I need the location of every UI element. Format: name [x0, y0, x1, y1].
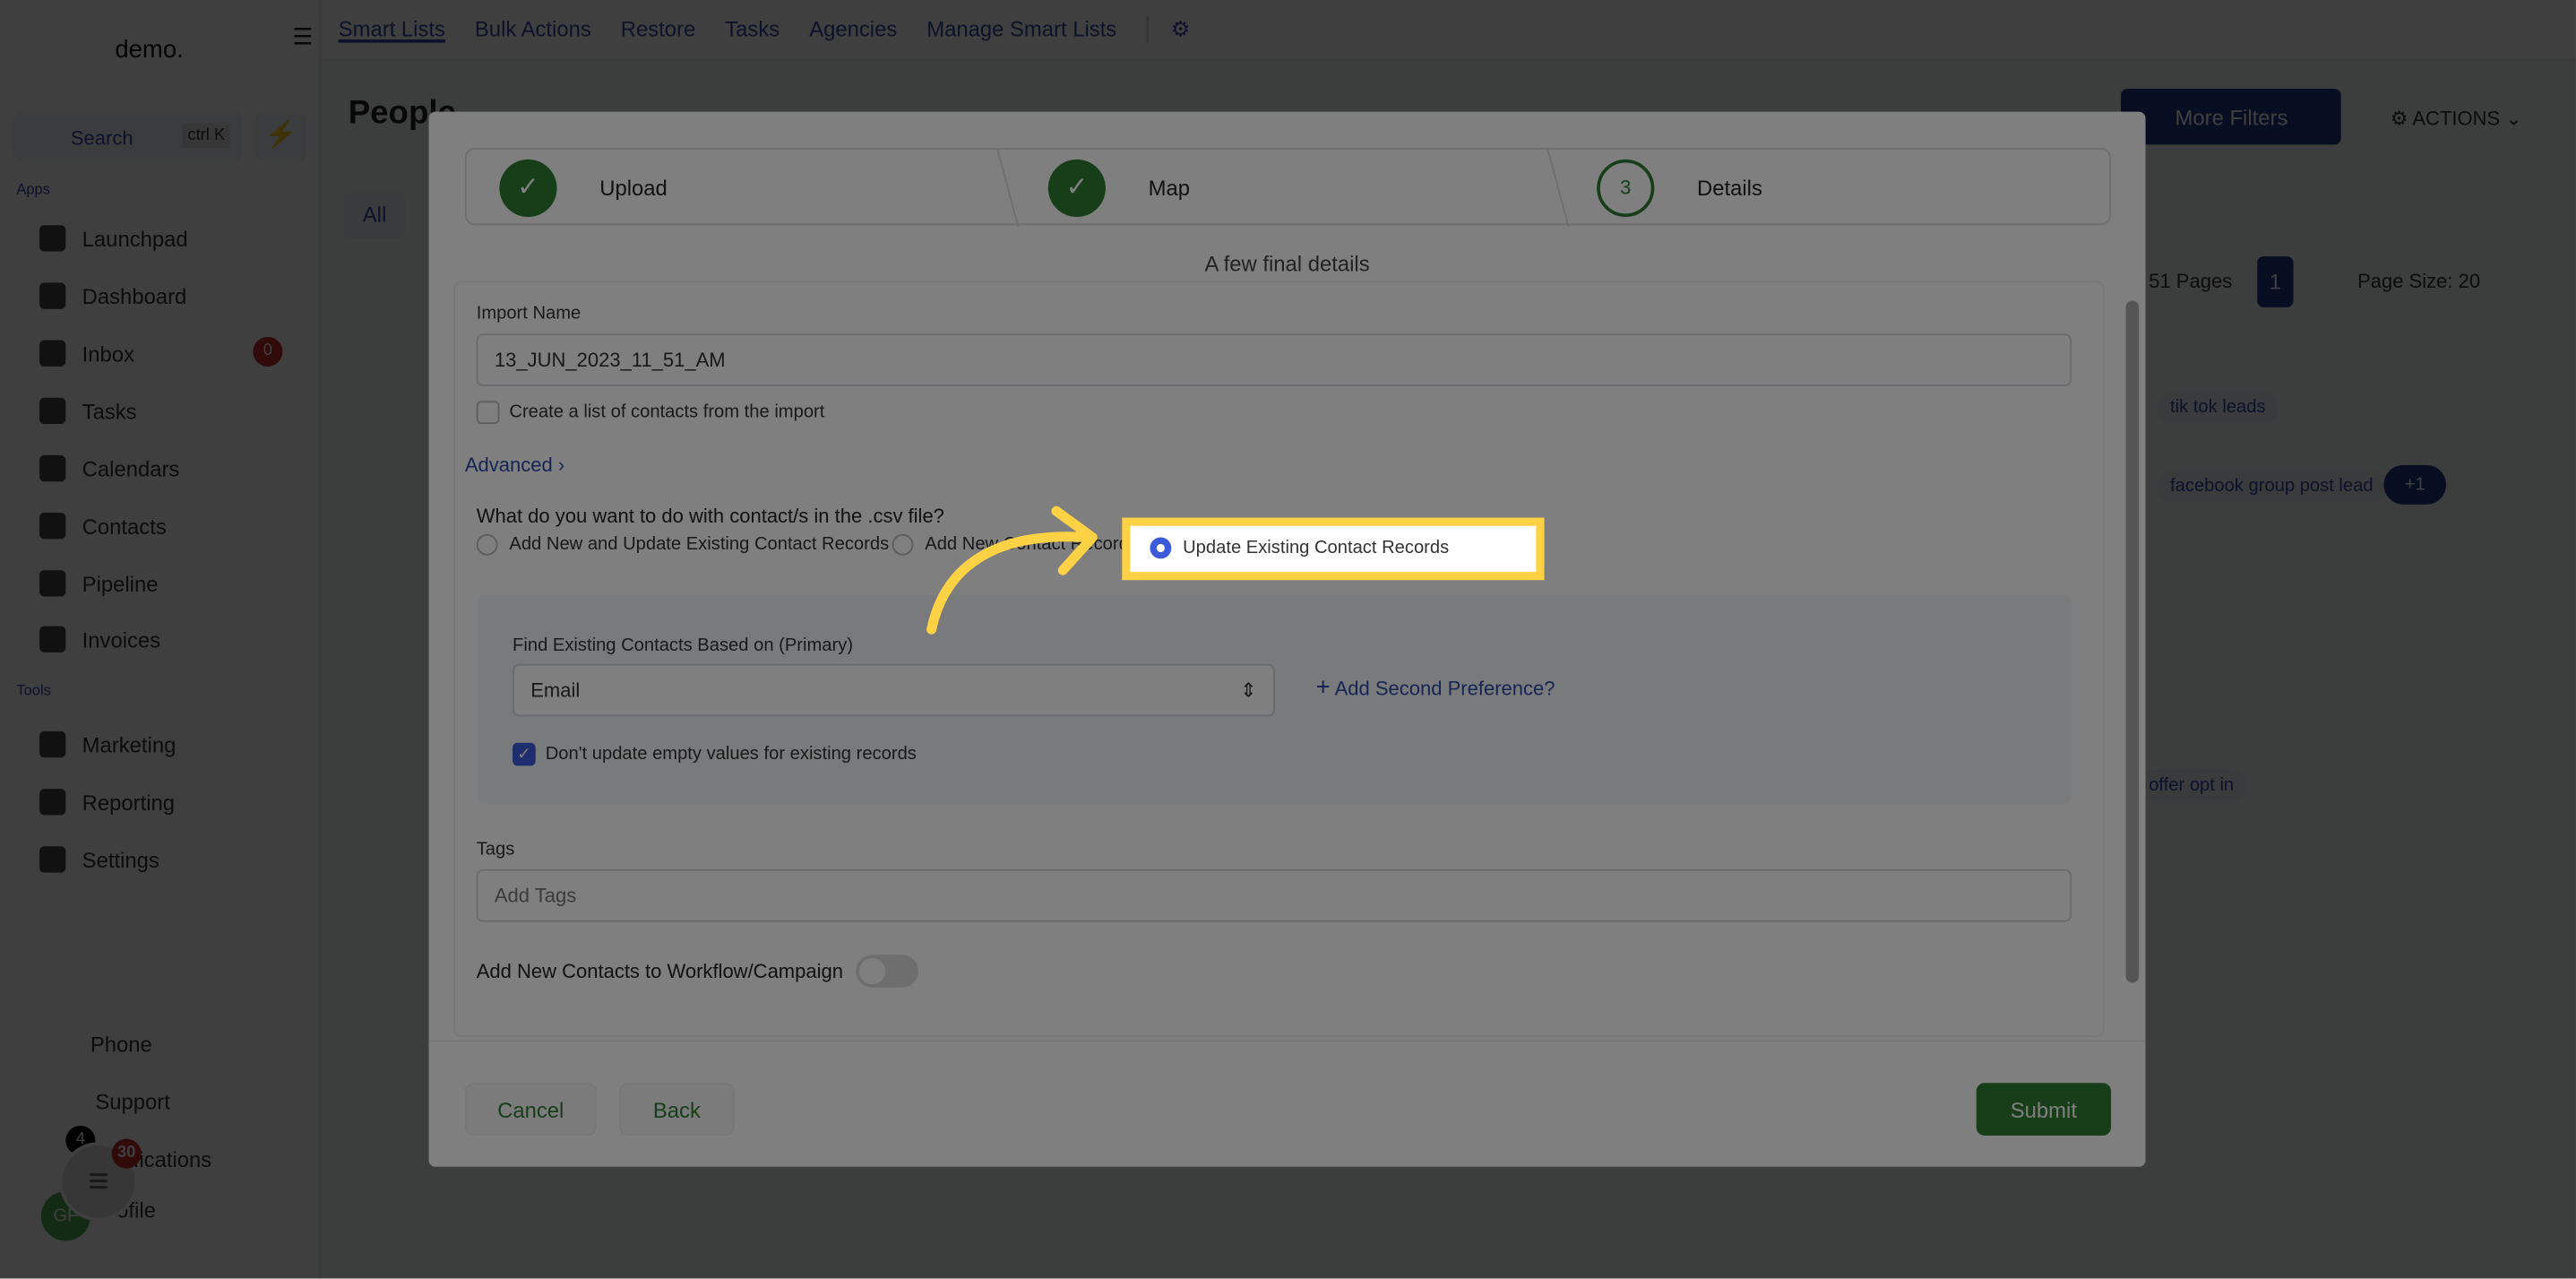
radio-update-existing[interactable]: Update Existing Contact Records	[1130, 525, 1537, 573]
tutorial-arrow-icon	[926, 506, 1098, 635]
highlight-update-existing[interactable]: Update Existing Contact Records	[1122, 517, 1545, 581]
radio-selected-icon	[1150, 537, 1172, 559]
tutorial-overlay	[0, 0, 2576, 1279]
radio-update-existing-label: Update Existing Contact Records	[1183, 538, 1450, 558]
screen: demo. Searchctrl K ⚡ Apps Launchpad Dash…	[0, 0, 2576, 1279]
